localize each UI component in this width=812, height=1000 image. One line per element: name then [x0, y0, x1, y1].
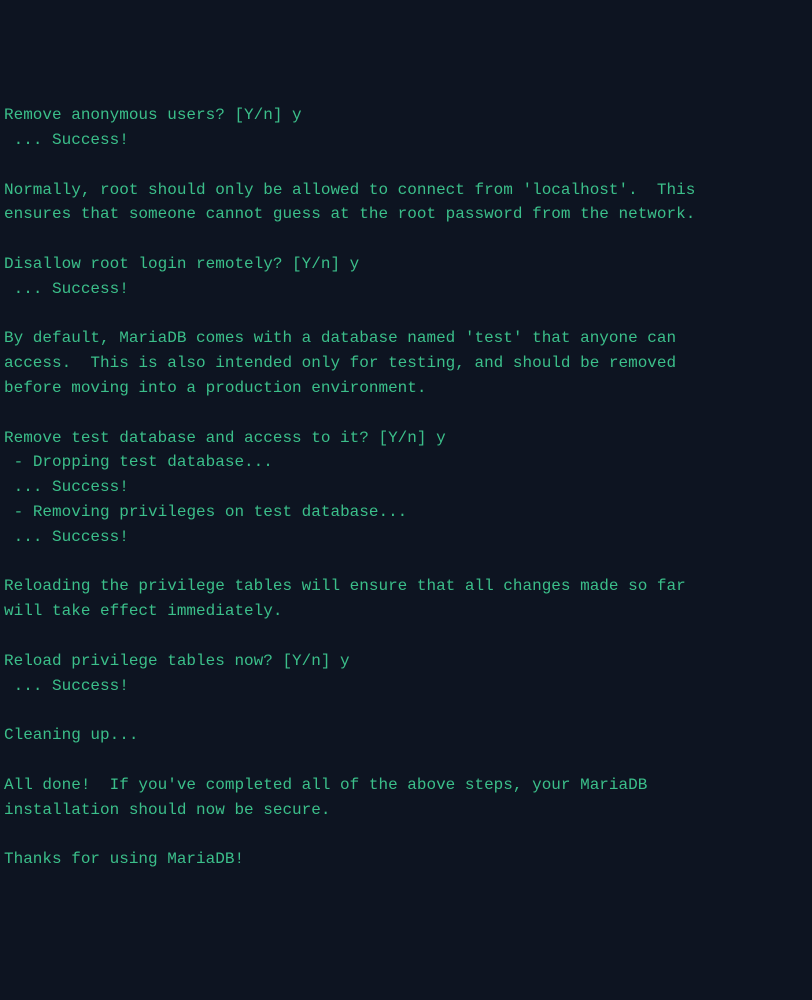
terminal-output: Remove anonymous users? [Y/n] y ... Succ…: [4, 103, 808, 872]
